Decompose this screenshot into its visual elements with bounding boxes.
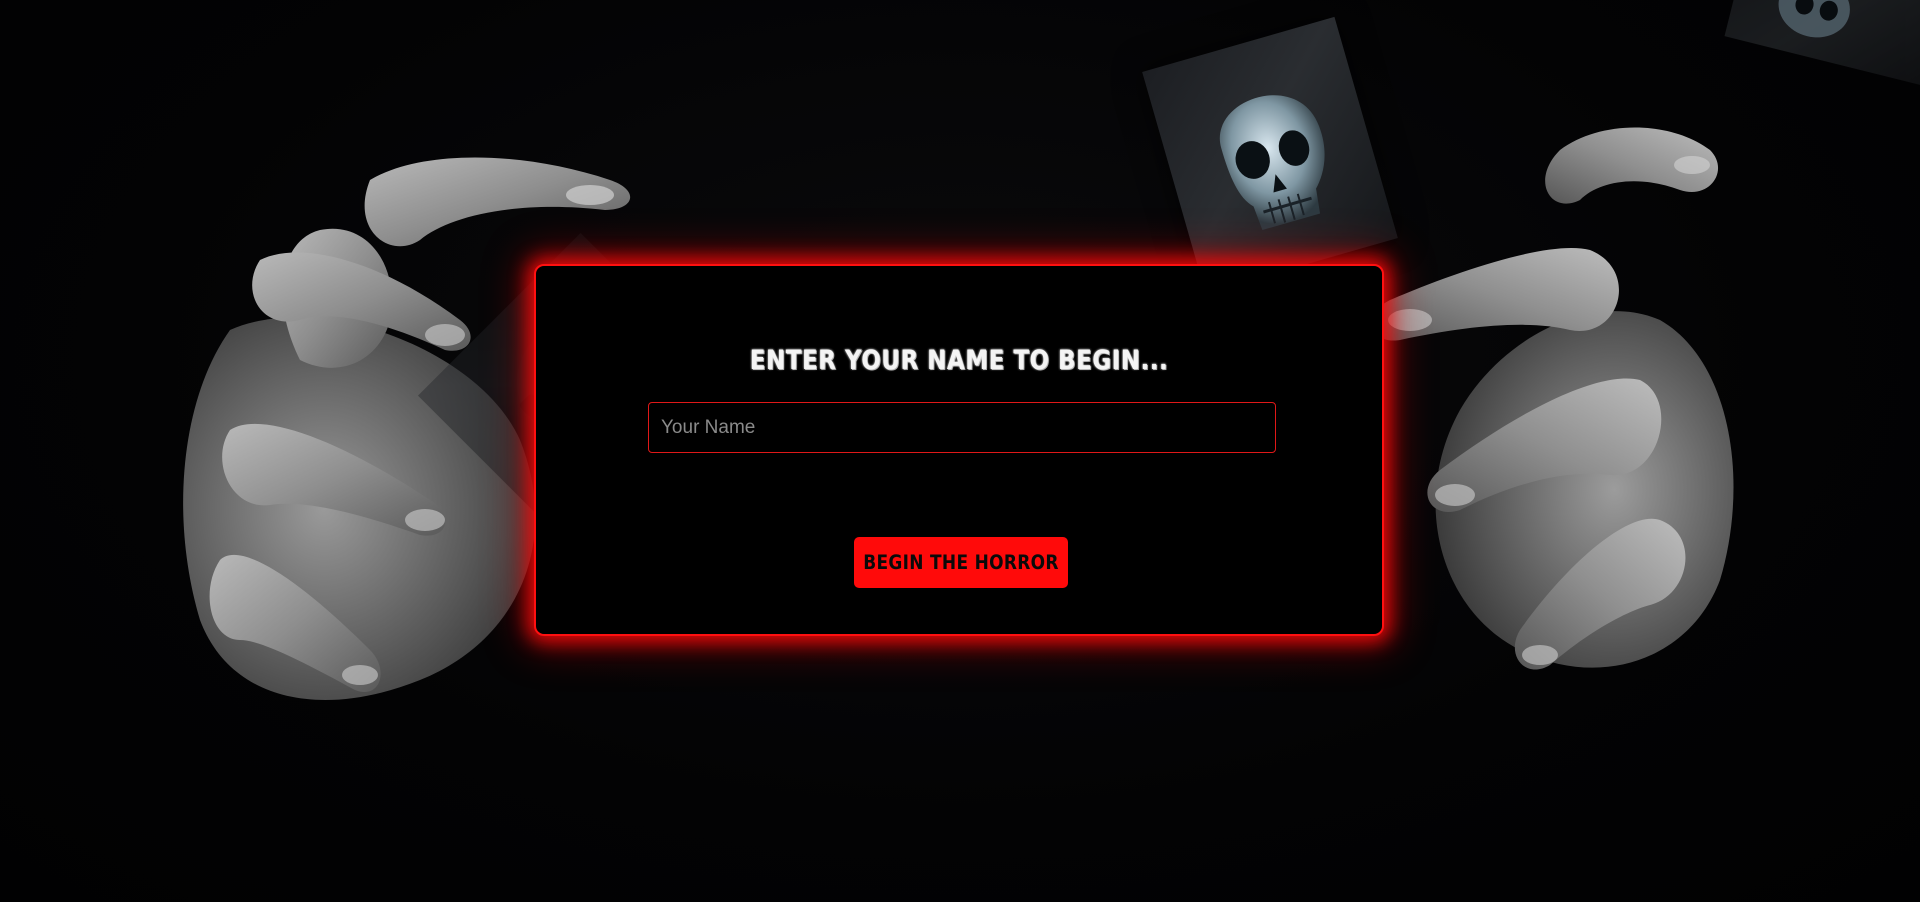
name-input[interactable] bbox=[648, 402, 1276, 453]
name-entry-panel: ENTER YOUR NAME TO BEGIN... BEGIN THE HO… bbox=[534, 264, 1384, 636]
begin-horror-button-label: BEGIN THE HORROR bbox=[863, 551, 1059, 574]
page-background: ENTER YOUR NAME TO BEGIN... BEGIN THE HO… bbox=[0, 0, 1920, 902]
panel-title: ENTER YOUR NAME TO BEGIN... bbox=[749, 346, 1169, 376]
begin-horror-button[interactable]: BEGIN THE HORROR bbox=[854, 537, 1068, 588]
